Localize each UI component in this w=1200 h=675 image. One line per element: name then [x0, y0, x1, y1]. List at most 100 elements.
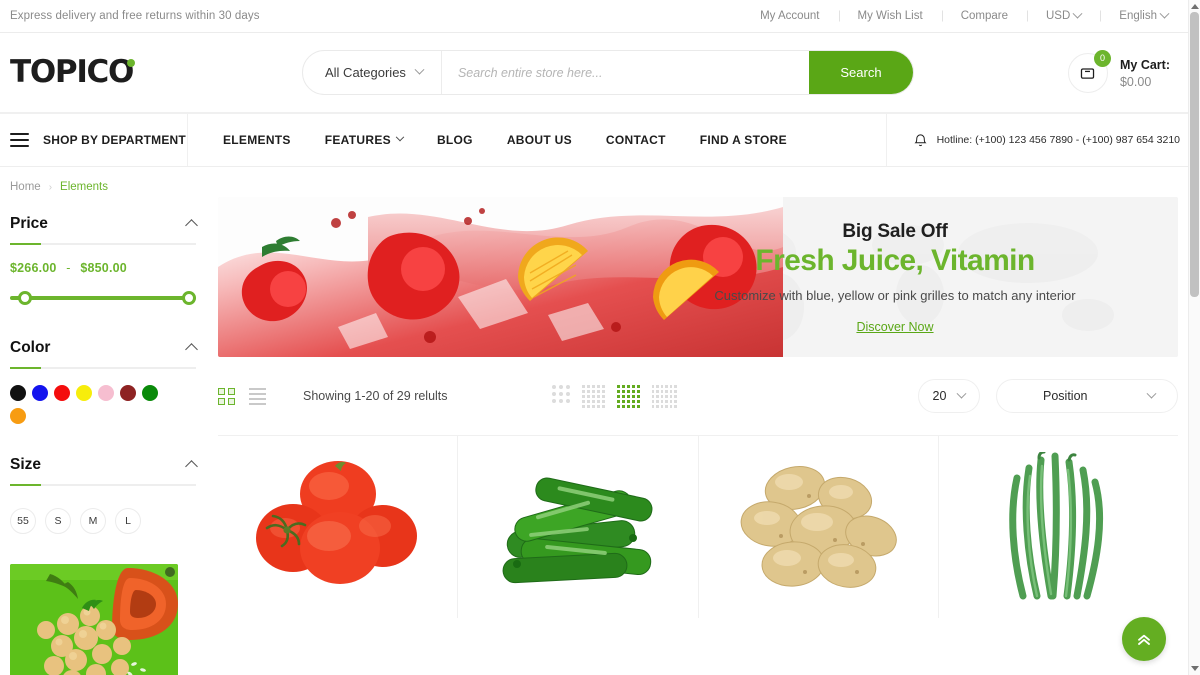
hamburger-icon	[10, 133, 29, 147]
grid-view-icon[interactable]	[218, 387, 235, 405]
nav-links: ELEMENTS FEATURES BLOG ABOUT US CONTACT …	[188, 114, 886, 166]
logo-text: TOPICO	[10, 54, 134, 90]
promo-banner[interactable]: Big Sale Off Fresh Juice, Vitamin Custom…	[218, 197, 1178, 357]
product-card-cucumbers[interactable]	[458, 436, 699, 618]
filter-color: Color	[10, 339, 198, 456]
filter-size: Size 55 S M L	[10, 456, 198, 564]
filter-price: Price $266.00 - $850.00	[10, 215, 198, 339]
hotline-text: Hotline: (+100) 123 456 7890 - (+100) 98…	[936, 134, 1180, 146]
listing-toolbar: Showing 1-20 of 29 relults 20 Position	[218, 357, 1178, 435]
scrollbar-thumb[interactable]	[1190, 12, 1199, 297]
search-button[interactable]: Search	[809, 51, 913, 94]
size-chip-55[interactable]: 55	[10, 508, 36, 534]
sidebar-promo-banner[interactable]	[10, 564, 178, 675]
cart-button[interactable]: 0	[1067, 49, 1111, 93]
column-count-selector	[551, 384, 677, 408]
filter-size-title: Size	[10, 456, 42, 473]
size-chip-m[interactable]: M	[80, 508, 106, 534]
price-range-slider[interactable]	[10, 291, 196, 305]
nav-item-find-a-store[interactable]: FIND A STORE	[683, 133, 804, 147]
utility-link-my-wish-list[interactable]: My Wish List	[839, 10, 942, 22]
color-swatch-yellow[interactable]	[76, 385, 92, 401]
language-selector[interactable]: English	[1100, 8, 1174, 22]
filter-divider	[10, 484, 196, 486]
color-swatch-list	[10, 385, 170, 452]
breadcrumb-home[interactable]: Home	[10, 181, 41, 193]
page-viewport: Express delivery and free returns within…	[0, 0, 1188, 675]
price-max-value: $850.00	[80, 261, 127, 275]
product-card-green-beans[interactable]	[939, 436, 1178, 618]
filter-price-header[interactable]: Price	[10, 215, 198, 243]
price-range-values: $266.00 - $850.00	[10, 261, 196, 275]
color-swatch-pink[interactable]	[98, 385, 114, 401]
filter-sidebar: Home › Elements Price $266.00 - $850.00	[10, 167, 198, 675]
search-bar: All Categories Search	[302, 50, 914, 95]
cucumbers-photo	[502, 477, 653, 584]
bell-icon	[914, 133, 927, 146]
chevron-down-icon	[414, 64, 425, 75]
filter-color-header[interactable]: Color	[10, 339, 198, 367]
nav-item-label: FEATURES	[324, 133, 391, 147]
tomatoes-photo	[255, 461, 417, 584]
scroll-to-top-button[interactable]	[1122, 617, 1166, 661]
nav-item-blog[interactable]: BLOG	[420, 133, 490, 147]
per-page-select[interactable]: 20	[918, 379, 980, 413]
banner-subtext: Customize with blue, yellow or pink gril…	[714, 287, 1076, 303]
product-card-tomatoes[interactable]	[218, 436, 459, 618]
view-mode-toggles	[218, 387, 266, 405]
nav-item-label: ELEMENTS	[223, 133, 291, 147]
nav-item-features[interactable]: FEATURES	[308, 132, 420, 147]
chevron-down-icon	[395, 132, 405, 142]
shop-by-department-button[interactable]: SHOP BY DEPARTMENT	[0, 114, 188, 166]
sort-by-select[interactable]: Position	[996, 379, 1178, 413]
color-swatch-green[interactable]	[142, 385, 158, 401]
price-min-value: $266.00	[10, 261, 57, 275]
utility-link-my-account[interactable]: My Account	[741, 10, 838, 22]
product-grid	[218, 435, 1178, 618]
search-input[interactable]	[441, 51, 809, 94]
nav-item-label: CONTACT	[605, 133, 666, 147]
per-page-value: 20	[932, 389, 947, 403]
promo-message: Express delivery and free returns within…	[10, 10, 260, 22]
color-swatch-black[interactable]	[10, 385, 26, 401]
logo[interactable]: TOPICO	[10, 57, 302, 88]
nav-item-about-us[interactable]: ABOUT US	[490, 133, 589, 147]
banner-cta-link[interactable]: Discover Now	[856, 320, 933, 334]
size-chip-l[interactable]: L	[115, 508, 141, 534]
banner-headline: Fresh Juice, Vitamin	[755, 243, 1035, 277]
columns-6-option[interactable]	[651, 384, 677, 408]
utility-link-compare[interactable]: Compare	[942, 10, 1027, 22]
nav-item-contact[interactable]: CONTACT	[589, 133, 683, 147]
columns-5-active-option[interactable]	[616, 384, 640, 408]
utility-links: My Account My Wish List Compare USD Engl…	[741, 8, 1174, 22]
scrollbar-up-arrow-icon[interactable]	[1191, 4, 1199, 9]
banner-eyebrow: Big Sale Off	[842, 220, 948, 242]
color-swatch-orange[interactable]	[10, 408, 26, 424]
color-swatch-blue[interactable]	[32, 385, 48, 401]
promo-close-dot	[165, 567, 175, 577]
scrollbar-down-arrow-icon[interactable]	[1191, 666, 1199, 671]
main-navigation: SHOP BY DEPARTMENT ELEMENTS FEATURES BLO…	[0, 113, 1188, 167]
filter-size-header[interactable]: Size	[10, 456, 198, 484]
columns-5-option[interactable]	[581, 384, 605, 408]
currency-selector[interactable]: USD	[1027, 8, 1100, 22]
utility-link-label: Compare	[960, 10, 1008, 22]
price-range-dash: -	[66, 261, 71, 275]
cart-area: 0 My Cart: $0.00	[1067, 49, 1174, 93]
language-label: English	[1119, 10, 1157, 22]
category-select[interactable]: All Categories	[303, 51, 442, 94]
color-swatch-maroon[interactable]	[120, 385, 136, 401]
green-beans-photo	[1009, 452, 1104, 600]
list-view-icon[interactable]	[249, 387, 266, 405]
columns-3-option[interactable]	[551, 384, 570, 408]
size-chip-s[interactable]: S	[45, 508, 71, 534]
product-card-potatoes[interactable]	[699, 436, 939, 618]
price-slider-handle-max[interactable]	[182, 291, 196, 305]
utility-link-label: My Wish List	[857, 10, 923, 22]
utility-link-label: My Account	[760, 10, 820, 22]
nav-item-elements[interactable]: ELEMENTS	[206, 133, 308, 147]
page-scrollbar[interactable]	[1188, 0, 1200, 675]
price-slider-handle-min[interactable]	[18, 291, 32, 305]
color-swatch-red[interactable]	[54, 385, 70, 401]
logo-dot-icon	[127, 59, 136, 67]
